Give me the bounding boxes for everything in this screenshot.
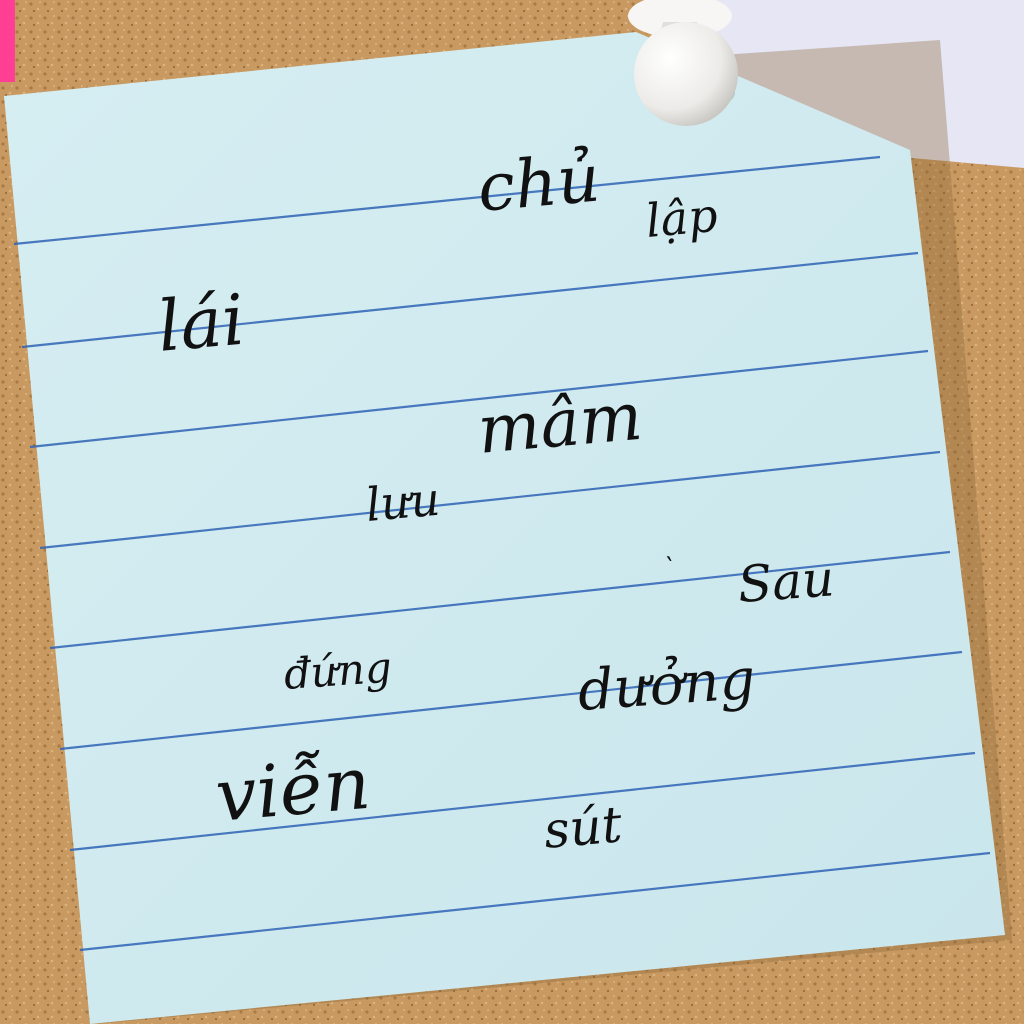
handwritten-word-sau: Sau (735, 549, 837, 614)
handwritten-word-sut: sút (541, 795, 625, 860)
handwritten-word-dung: đứng (282, 642, 394, 699)
handwritten-word-vien: viễn (212, 740, 374, 838)
handwritten-word-lai: lái (154, 278, 248, 368)
handwritten-word-mam: mâm (474, 377, 646, 469)
handwritten-word-lap: lập (643, 187, 720, 248)
handwritten-stray-mark: ` (662, 554, 675, 584)
handwritten-word-duong: dưởng (575, 646, 758, 724)
pink-note-edge (0, 0, 15, 82)
handwritten-word-chu: chủ (474, 139, 603, 227)
handwritten-word-luu: lưu (363, 471, 443, 532)
